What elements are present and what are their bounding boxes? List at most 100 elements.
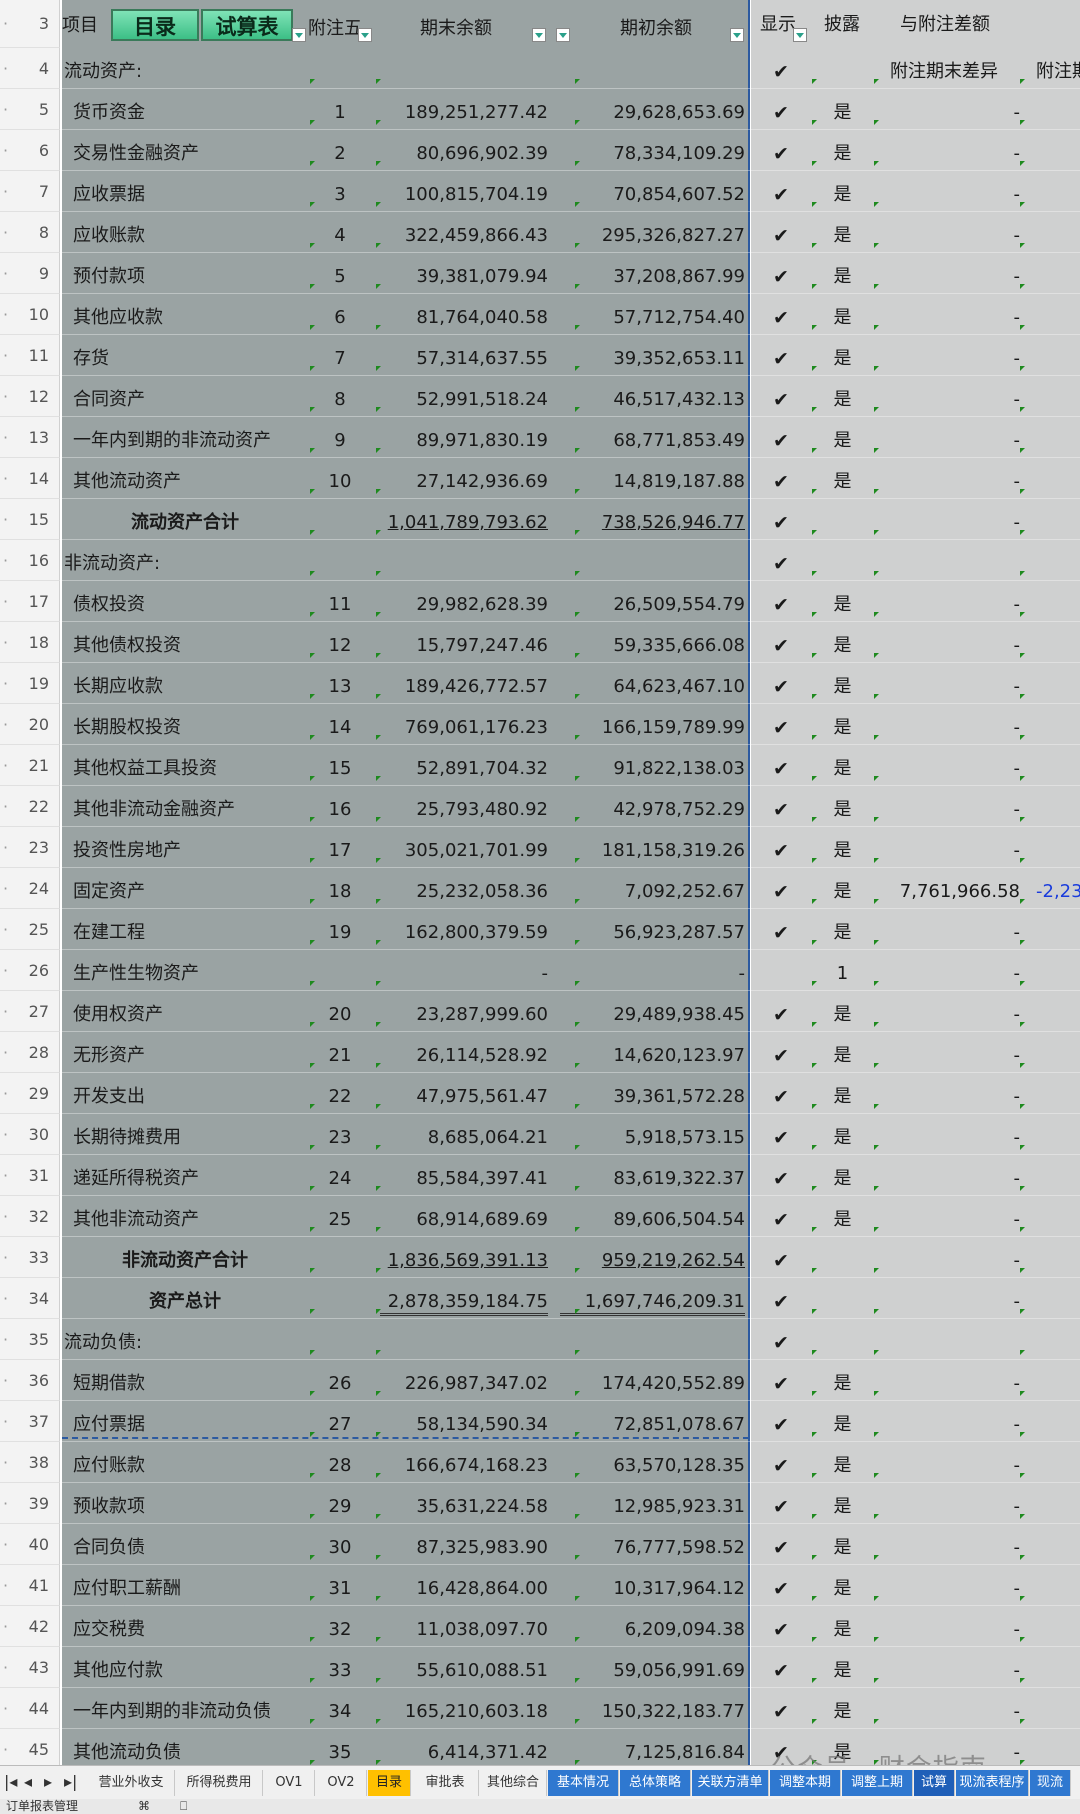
row-number[interactable]: 10 — [0, 294, 60, 335]
show-check-icon[interactable]: ✔ — [760, 1606, 802, 1647]
table-row[interactable]: 42应交税费3211,038,097.706,209,094.38✔是- — [0, 1606, 1080, 1647]
row-label[interactable]: 流动负债: — [64, 1319, 304, 1360]
table-row[interactable]: 40合同负债3087,325,983.9076,777,598.52✔是- — [0, 1524, 1080, 1565]
end-balance-cell[interactable]: 52,891,704.32 — [380, 745, 548, 786]
show-check-icon[interactable]: ✔ — [760, 909, 802, 950]
table-row[interactable]: 9预付款项539,381,079.9437,208,867.99✔是- — [0, 253, 1080, 294]
row-label[interactable]: 在建工程 — [64, 909, 313, 950]
disclose-cell[interactable]: 是 — [820, 1360, 865, 1401]
diff-cell[interactable]: - — [880, 212, 1021, 253]
diff-cell[interactable]: - — [880, 991, 1021, 1032]
end-balance-cell[interactable]: 1,041,789,793.62 — [380, 499, 548, 540]
filter-dropdown-icon[interactable] — [358, 28, 372, 42]
row-label[interactable]: 投资性房地产 — [64, 827, 313, 868]
show-check-icon[interactable]: ✔ — [760, 1647, 802, 1688]
begin-balance-cell[interactable]: 12,985,923.31 — [560, 1483, 745, 1524]
row-label[interactable]: 其他非流动金融资产 — [64, 786, 313, 827]
next-sheet-button[interactable]: ▸ — [44, 1772, 52, 1791]
row-number[interactable]: 30 — [0, 1114, 60, 1155]
row-number[interactable]: 22 — [0, 786, 60, 827]
row-number[interactable]: 34 — [0, 1278, 60, 1319]
row-label[interactable]: 交易性金融资产 — [64, 130, 313, 171]
show-check-icon[interactable]: ✔ — [760, 1688, 802, 1729]
end-balance-cell[interactable]: 305,021,701.99 — [380, 827, 548, 868]
show-check-icon[interactable]: ✔ — [760, 499, 802, 540]
row-number[interactable]: 18 — [0, 622, 60, 663]
diff-cell[interactable]: 7,761,966.58 — [880, 868, 1020, 909]
row-number[interactable]: 31 — [0, 1155, 60, 1196]
row-number[interactable]: 36 — [0, 1360, 60, 1401]
table-row[interactable]: 13一年内到期的非流动资产989,971,830.1968,771,853.49… — [0, 417, 1080, 458]
show-check-icon[interactable]: ✔ — [760, 663, 802, 704]
diff-cell[interactable]: - — [880, 1688, 1021, 1729]
status-right-icon[interactable]: ⎕ — [180, 1799, 187, 1814]
show-check-icon[interactable]: ✔ — [760, 1401, 802, 1442]
diff-cell[interactable]: - — [880, 909, 1021, 950]
table-row[interactable]: 10其他应收款681,764,040.5857,712,754.40✔是- — [0, 294, 1080, 335]
disclose-cell[interactable]: 是 — [820, 827, 865, 868]
filter-dropdown-icon[interactable] — [793, 28, 807, 42]
row-number[interactable]: 17 — [0, 581, 60, 622]
end-balance-cell[interactable]: 8,685,064.21 — [380, 1114, 548, 1155]
disclose-cell[interactable]: 是 — [820, 1155, 865, 1196]
row-number[interactable]: 5 — [0, 89, 60, 130]
show-check-icon[interactable]: ✔ — [760, 1032, 802, 1073]
trial-balance-button[interactable]: 试算表 — [201, 9, 293, 41]
row-number[interactable]: 12 — [0, 376, 60, 417]
sheet-tab[interactable]: 所得税费用 — [176, 1770, 263, 1796]
row-label[interactable]: 短期借款 — [64, 1360, 313, 1401]
diff-cell[interactable]: - — [880, 663, 1021, 704]
row-number[interactable]: 29 — [0, 1073, 60, 1114]
disclose-cell[interactable]: 是 — [820, 335, 865, 376]
begin-balance-cell[interactable]: 78,334,109.29 — [560, 130, 745, 171]
table-row[interactable]: 36短期借款26226,987,347.02174,420,552.89✔是- — [0, 1360, 1080, 1401]
show-check-icon[interactable]: ✔ — [760, 1565, 802, 1606]
disclose-cell[interactable]: 是 — [820, 1688, 865, 1729]
row-number[interactable]: 13 — [0, 417, 60, 458]
disclose-cell[interactable]: 是 — [820, 1565, 865, 1606]
show-check-icon[interactable]: ✔ — [760, 1114, 802, 1155]
row-number[interactable]: 41 — [0, 1565, 60, 1606]
end-balance-cell[interactable]: 80,696,902.39 — [380, 130, 548, 171]
begin-balance-cell[interactable]: 42,978,752.29 — [560, 786, 745, 827]
begin-balance-cell[interactable]: 59,056,991.69 — [560, 1647, 745, 1688]
table-row[interactable]: 8应收账款4322,459,866.43295,326,827.27✔是- — [0, 212, 1080, 253]
sheet-tab[interactable]: 其他综合 — [480, 1770, 547, 1796]
table-row[interactable]: 27使用权资产2023,287,999.6029,489,938.45✔是- — [0, 991, 1080, 1032]
disclose-cell[interactable]: 是 — [820, 89, 865, 130]
disclose-cell[interactable]: 是 — [820, 1606, 865, 1647]
disclose-cell[interactable]: 是 — [820, 1442, 865, 1483]
status-left[interactable]: 订单报表管理 — [6, 1799, 78, 1814]
show-check-icon[interactable]: ✔ — [760, 171, 802, 212]
disclose-cell[interactable]: 是 — [820, 171, 865, 212]
sheet-tab[interactable]: OV2 — [316, 1770, 367, 1796]
begin-balance-cell[interactable]: 29,489,938.45 — [560, 991, 745, 1032]
row-label[interactable]: 递延所得税资产 — [64, 1155, 313, 1196]
show-check-icon[interactable]: ✔ — [760, 622, 802, 663]
diff-cell[interactable]: - — [880, 376, 1021, 417]
diff-cell[interactable]: - — [880, 1032, 1021, 1073]
end-balance-cell[interactable]: 87,325,983.90 — [380, 1524, 548, 1565]
end-balance-cell[interactable]: 1,836,569,391.13 — [380, 1237, 548, 1278]
row-label[interactable]: 固定资产 — [64, 868, 313, 909]
row-number[interactable]: 14 — [0, 458, 60, 499]
begin-balance-cell[interactable]: 181,158,319.26 — [560, 827, 745, 868]
show-check-icon[interactable]: ✔ — [760, 1073, 802, 1114]
sheet-tab[interactable]: 基本情况 — [548, 1770, 619, 1796]
begin-balance-cell[interactable]: 57,712,754.40 — [560, 294, 745, 335]
begin-balance-cell[interactable]: 14,819,187.88 — [560, 458, 745, 499]
table-row[interactable]: 18其他债权投资1215,797,247.4659,335,666.08✔是- — [0, 622, 1080, 663]
row-number[interactable]: 4 — [0, 48, 60, 89]
row-label[interactable]: 资产总计 — [120, 1278, 250, 1319]
show-check-icon[interactable]: ✔ — [760, 1360, 802, 1401]
show-check-icon[interactable]: ✔ — [760, 376, 802, 417]
end-balance-cell[interactable]: 27,142,936.69 — [380, 458, 548, 499]
diff-cell[interactable]: - — [880, 827, 1021, 868]
table-row[interactable]: 33 非流动资产合计 1,836,569,391.13 959,219,262.54 ✔… — [0, 1237, 1080, 1278]
row-number[interactable]: 27 — [0, 991, 60, 1032]
end-balance-cell[interactable]: 25,232,058.36 — [380, 868, 548, 909]
diff-cell[interactable]: - — [880, 1524, 1021, 1565]
table-row[interactable]: 41应付职工薪酬3116,428,864.0010,317,964.12✔是- — [0, 1565, 1080, 1606]
table-row[interactable]: 17债权投资1129,982,628.3926,509,554.79✔是- — [0, 581, 1080, 622]
show-check-icon[interactable]: ✔ — [760, 704, 802, 745]
